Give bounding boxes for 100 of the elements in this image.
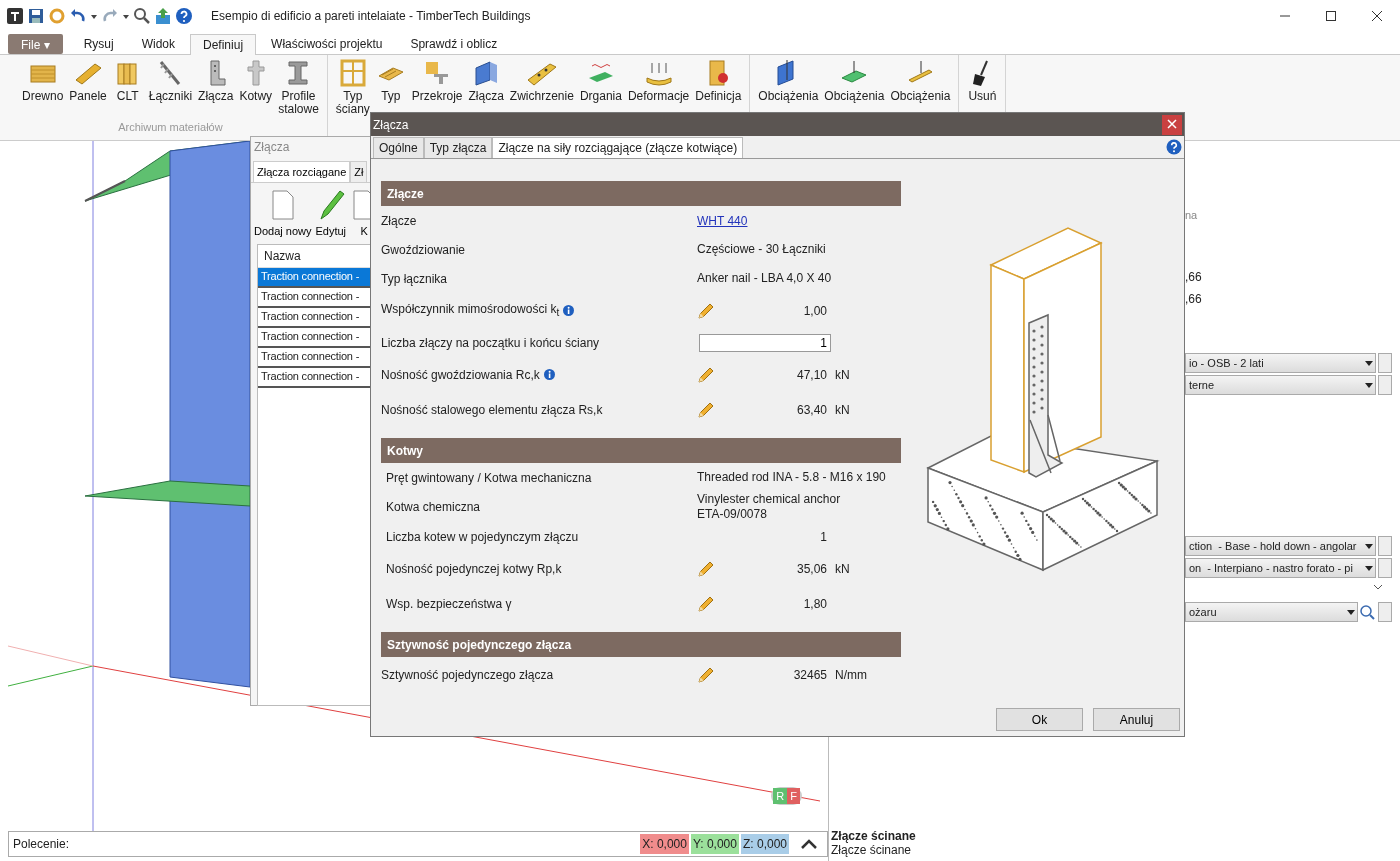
group-label: Archiwum materiałów xyxy=(117,121,224,133)
toolbar-button[interactable]: Edytuj xyxy=(315,189,347,237)
ribbon-tab[interactable]: Widok xyxy=(128,33,189,54)
unit-label: N/mm xyxy=(834,667,868,682)
field-value: 63,40 xyxy=(795,402,827,417)
dialog-button[interactable]: Anuluj xyxy=(1093,708,1180,731)
dialog-button[interactable]: Ok xyxy=(996,708,1083,731)
field-label: Pręt gwintowany / Kotwa mechaniczna xyxy=(386,470,592,485)
field-label: Nośność stalowego elementu złącza Rs,k xyxy=(381,402,603,417)
property-text: Złącze ścinane xyxy=(831,843,912,857)
ribbon-tab[interactable]: Rysuj xyxy=(70,33,127,54)
save-icon[interactable] xyxy=(27,7,45,25)
field-label: Liczba kotew w pojedynczym złączu xyxy=(386,529,579,544)
ribbon-button[interactable]: Definicja xyxy=(693,55,744,121)
field-value: 1,00 xyxy=(802,303,827,318)
dialog-title: Złącza xyxy=(373,117,410,132)
panel-tab[interactable]: Zł xyxy=(350,161,368,182)
field-label: Sztywność pojedynczego złącza xyxy=(381,667,554,682)
ribbon-button[interactable]: Deformacje xyxy=(625,55,692,121)
ribbon-button[interactable]: Drgania xyxy=(577,55,624,121)
ribbon-button[interactable]: Złącza xyxy=(466,55,506,121)
field-label: Nośność pojedynczej kotwy Rp,k xyxy=(386,561,562,576)
ribbon-tab[interactable]: Właściwości projektu xyxy=(258,33,396,54)
dialog-tab[interactable]: Złącze na siły rozciągające (złącze kotwiące) xyxy=(492,137,744,158)
ribbon-button[interactable]: Profile stalowe xyxy=(276,55,321,121)
info-icon[interactable] xyxy=(563,305,575,316)
coordinate-readout: Z: 0,000 xyxy=(740,834,789,854)
toolbar-button[interactable]: Dodaj nowy xyxy=(254,189,312,237)
field-value: 32465 xyxy=(792,667,827,682)
unit-label: kN xyxy=(834,402,851,417)
ribbon-button[interactable]: Drewno xyxy=(20,55,66,121)
field-value: Vinylester chemical anchor ETA-09/0078 xyxy=(697,492,842,522)
close-button[interactable] xyxy=(1162,114,1182,135)
search-icon[interactable] xyxy=(133,7,151,25)
panel-tab[interactable]: Złącza rozciągane xyxy=(253,161,351,182)
field-value: Anker nail - LBA 4,0 X 40 xyxy=(697,271,833,286)
command-label: Polecenie: xyxy=(12,837,71,851)
coordinate-readout: X: 0,000 xyxy=(640,834,689,854)
ribbon-button[interactable]: Typ ściany xyxy=(333,55,372,121)
pencil-icon[interactable] xyxy=(697,400,715,419)
dropdown-field[interactable]: ction - Base - hold down - angolar xyxy=(1185,536,1376,556)
ribbon-tab[interactable]: Definiuj xyxy=(190,34,257,55)
property-value: na xyxy=(1185,209,1198,221)
section-heading: Złącze ścinane xyxy=(831,829,917,843)
field-value: 1,80 xyxy=(802,596,827,611)
field-value: 1 xyxy=(819,529,827,544)
number-input[interactable]: 1 xyxy=(699,333,831,352)
unit-label: kN xyxy=(834,561,851,576)
app-logo-icon[interactable] xyxy=(6,7,24,25)
ribbon-button[interactable]: Złącza xyxy=(196,55,236,121)
ribbon-button[interactable]: CLT xyxy=(110,55,145,121)
dropdown-field[interactable]: on - Interpiano - nastro forato - pi xyxy=(1185,558,1376,578)
field-label: Wsp. bezpieczeństwa γ xyxy=(386,596,512,611)
ribbon-tab[interactable]: Sprawdź i oblicz xyxy=(397,33,511,54)
help-icon[interactable] xyxy=(175,7,193,25)
field-label: Kotwa chemiczna xyxy=(386,500,481,514)
ribbon-button[interactable]: Zwichrzenie xyxy=(507,55,576,121)
dropdown-field[interactable]: io - OSB - 2 lati xyxy=(1185,353,1376,373)
dialog-tab[interactable]: Ogólne xyxy=(373,137,424,158)
unit-label: kN xyxy=(834,367,851,382)
search-icon[interactable] xyxy=(1358,603,1376,621)
ribbon-button[interactable]: Kotwy xyxy=(237,55,275,121)
section-header: Złącze xyxy=(381,181,901,206)
field-label: Współczynnik mimośrodowości k$_{t}$ xyxy=(381,302,560,319)
info-icon[interactable] xyxy=(543,369,555,380)
connector-link[interactable]: WHT 440 xyxy=(697,213,748,228)
ribbon-button[interactable]: Panele xyxy=(67,55,109,121)
pencil-icon[interactable] xyxy=(697,665,715,684)
coordinate-readout: Y: 0,000 xyxy=(690,834,739,854)
ribbon-button[interactable]: Łączniki xyxy=(146,55,195,121)
field-value: 47,10 xyxy=(795,367,827,382)
dropdown-field[interactable]: terne xyxy=(1185,375,1376,395)
help-icon[interactable] xyxy=(1166,139,1182,155)
close-icon xyxy=(1167,118,1177,129)
panel-title: Złącza xyxy=(253,139,291,156)
pencil-icon[interactable] xyxy=(697,559,715,578)
field-label: Złącze xyxy=(381,213,417,228)
command-line-field[interactable]: Polecenie: X: 0,000 Y: 0,000 Z: 0,000 xyxy=(8,831,828,857)
pencil-icon[interactable] xyxy=(697,301,715,320)
pencil-icon[interactable] xyxy=(697,365,715,384)
ribbon-button[interactable]: Obciążenia xyxy=(888,55,953,121)
section-header: Kotwy xyxy=(381,438,901,463)
field-value: Częściowe - 30 Łączniki xyxy=(697,242,827,257)
ribbon-button[interactable]: Przekroje xyxy=(409,55,465,121)
field-value: Threaded rod INA - 5.8 - M16 x 190 xyxy=(697,470,887,485)
file-menu-button[interactable]: File ▾ xyxy=(8,34,63,54)
ribbon-button[interactable]: Obciążenia xyxy=(822,55,887,121)
ribbon-button[interactable]: Obciążenia xyxy=(756,55,821,121)
window-title: Esempio di edificio a pareti intelaiate - TimberTech Buildings xyxy=(211,9,531,23)
property-value: ,66 xyxy=(1185,292,1202,306)
dialog-tab[interactable]: Typ złącza xyxy=(423,137,493,158)
field-label: Gwoździowanie xyxy=(381,242,466,257)
property-value: ,66 xyxy=(1185,270,1202,284)
pencil-icon[interactable] xyxy=(697,594,715,613)
section-header: Sztywność pojedynczego złącza xyxy=(381,632,901,657)
export-icon[interactable] xyxy=(154,7,172,25)
field-label: Nośność gwoździowania Rc,k xyxy=(381,367,540,382)
ribbon-button[interactable]: Usuń xyxy=(965,55,1000,121)
field-value: 35,06 xyxy=(795,561,827,576)
dropdown-field[interactable]: ożaru xyxy=(1185,602,1358,622)
